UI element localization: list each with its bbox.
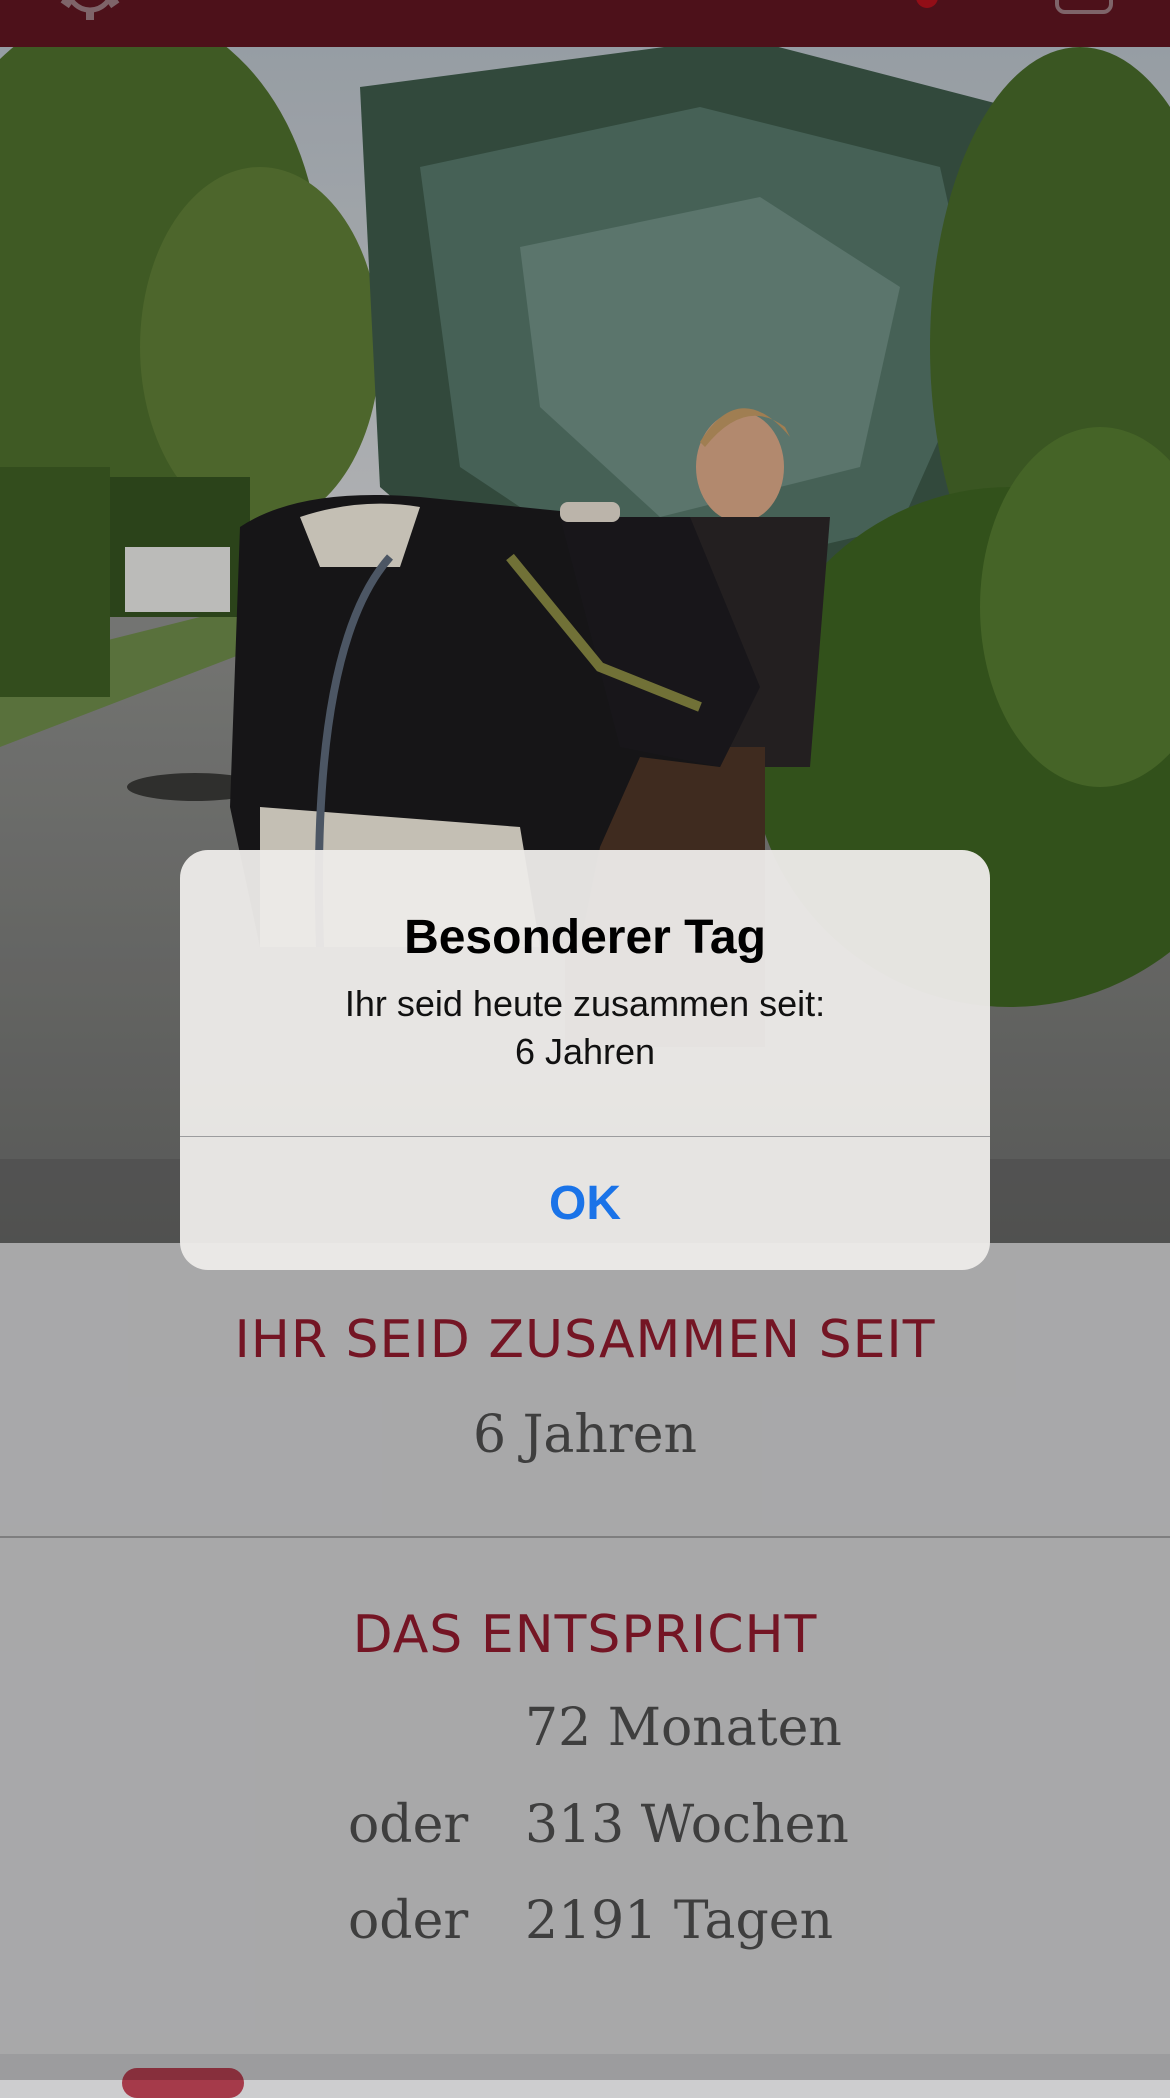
special-day-alert: Besonderer Tag Ihr seid heute zusammen s… — [180, 850, 990, 1270]
days-prefix: oder — [348, 1891, 469, 1951]
alert-title: Besonderer Tag — [404, 911, 766, 964]
months-value: 72 Monaten — [525, 1698, 842, 1758]
alert-message-line2: 6 Jahren — [514, 1031, 656, 1072]
alert-message-line1: Ihr seid heute zusammen seit: — [344, 983, 826, 1024]
alert-message: Ihr seid heute zusammen seit: 6 Jahren — [180, 980, 990, 1076]
weeks-prefix: oder — [348, 1795, 469, 1855]
square-icon[interactable] — [1055, 0, 1113, 14]
bottom-pill-button[interactable] — [122, 2068, 244, 2098]
bottom-bar — [0, 2054, 1170, 2098]
divider — [0, 1536, 1170, 1538]
equivalent-heading: DAS ENTSPRICHT — [352, 1605, 818, 1665]
top-header — [0, 0, 1170, 47]
ok-button[interactable]: OK — [180, 1137, 990, 1270]
heart-icon — [916, 0, 938, 8]
together-value: 6 Jahren — [472, 1405, 698, 1465]
app-title — [190, 0, 910, 16]
gear-icon[interactable] — [50, 0, 130, 22]
together-heading: IHR SEID ZUSAMMEN SEIT — [234, 1310, 936, 1370]
weeks-value: 313 Wochen — [525, 1795, 849, 1855]
days-value: 2191 Tagen — [525, 1891, 834, 1951]
